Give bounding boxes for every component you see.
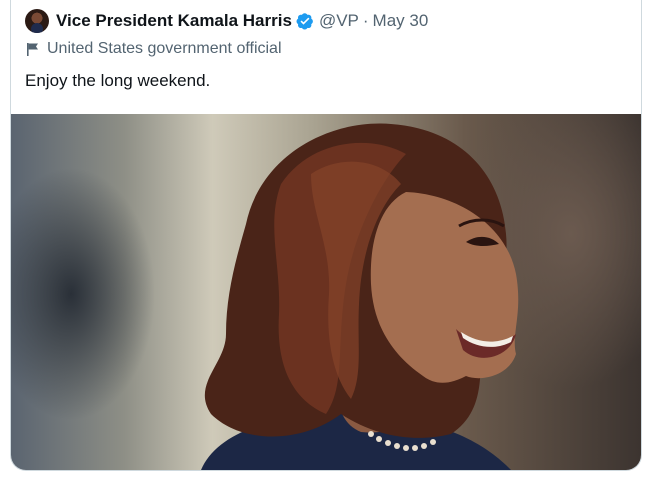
tweet-text: Enjoy the long weekend. (25, 71, 211, 90)
tweet-photo[interactable] (11, 114, 641, 470)
meta-separator: · (362, 11, 369, 30)
portrait-illustration (201, 123, 519, 470)
tweet-card[interactable]: Vice President Kamala Harris @VP · May 3… (10, 0, 642, 471)
author-avatar[interactable] (25, 9, 49, 33)
author-handle[interactable]: @VP (319, 11, 359, 31)
tweet-header: Vice President Kamala Harris @VP · May 3… (25, 8, 428, 34)
tweet-date[interactable]: May 30 (373, 11, 429, 31)
account-label: United States government official (25, 40, 282, 58)
verified-badge-icon (296, 13, 313, 30)
flag-icon (27, 43, 38, 56)
author-name[interactable]: Vice President Kamala Harris (56, 11, 292, 31)
account-label-text: United States government official (47, 40, 282, 57)
